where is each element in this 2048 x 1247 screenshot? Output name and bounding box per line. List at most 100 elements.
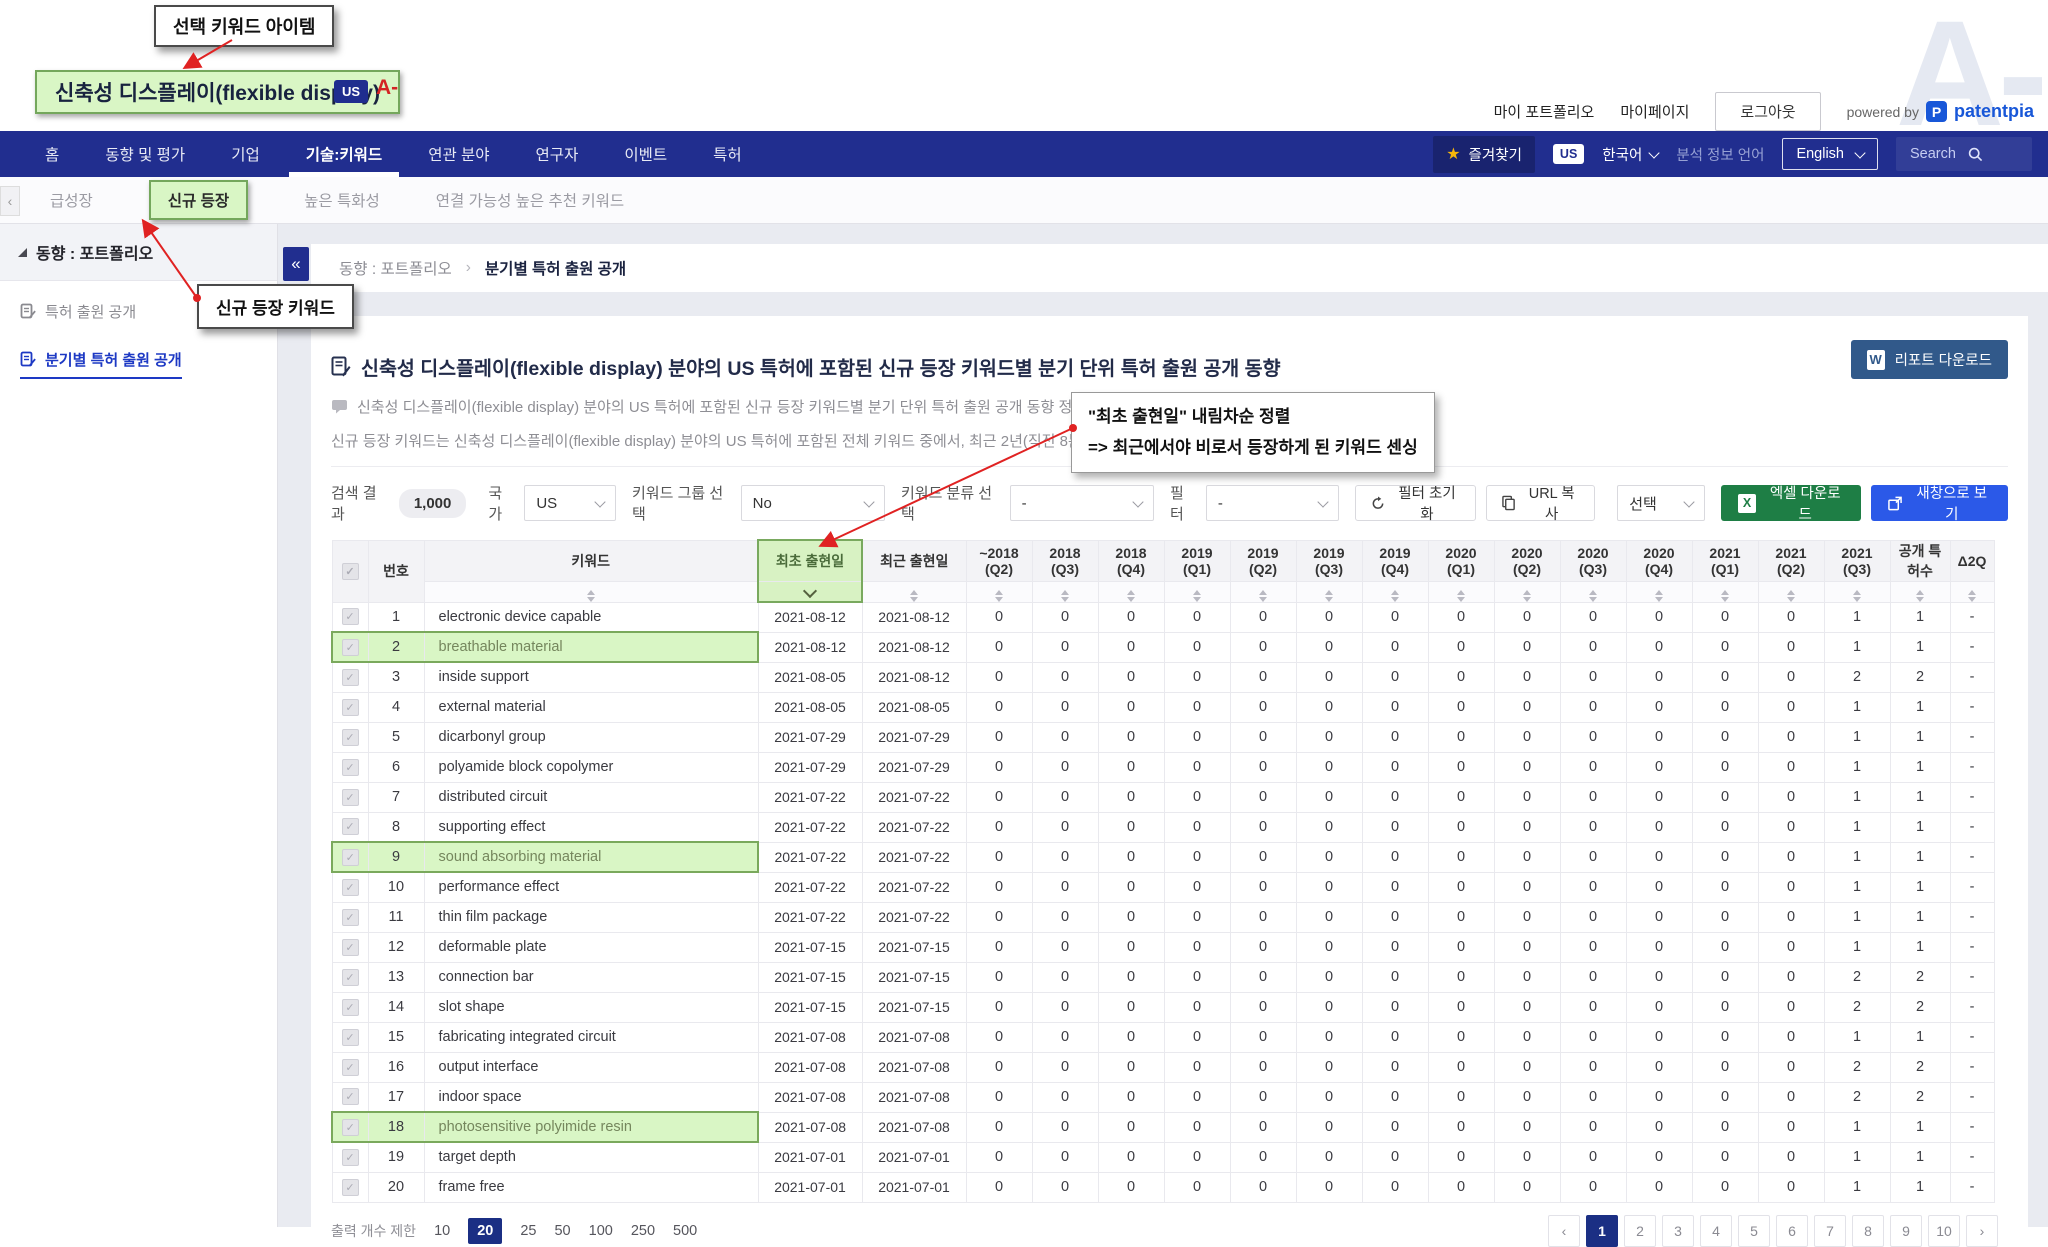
column-header-10[interactable]: 2019 (Q4)	[1362, 540, 1428, 581]
row-keyword[interactable]: output interface	[424, 1052, 758, 1082]
sidebar-collapse-button[interactable]: «	[283, 247, 309, 281]
my-page-link[interactable]: 마이페이지	[1620, 101, 1689, 122]
sorter-14[interactable]	[1626, 581, 1692, 602]
pagination-page-9[interactable]: 9	[1890, 1215, 1922, 1247]
sorter-13[interactable]	[1560, 581, 1626, 602]
row-checkbox[interactable]: ✓	[342, 1119, 359, 1136]
pagination-page-8[interactable]: 8	[1852, 1215, 1884, 1247]
row-checkbox[interactable]: ✓	[342, 1088, 359, 1105]
column-header-8[interactable]: 2019 (Q2)	[1230, 540, 1296, 581]
page-size-10[interactable]: 10	[434, 1223, 450, 1239]
sorter-4[interactable]	[966, 581, 1032, 602]
pagination-page-10[interactable]: 10	[1928, 1215, 1960, 1247]
page-size-25[interactable]: 25	[520, 1223, 536, 1239]
column-header-13[interactable]: 2020 (Q3)	[1560, 540, 1626, 581]
sidebar-section-header[interactable]: 동향 : 포트폴리오	[0, 224, 277, 281]
row-checkbox[interactable]: ✓	[342, 818, 359, 835]
row-keyword[interactable]: supporting effect	[424, 812, 758, 842]
sorter-2[interactable]	[758, 581, 862, 602]
row-checkbox[interactable]: ✓	[342, 1059, 359, 1076]
page-size-20[interactable]: 20	[468, 1218, 502, 1244]
column-header-15[interactable]: 2021 (Q1)	[1692, 540, 1758, 581]
sorter-8[interactable]	[1230, 581, 1296, 602]
page-size-250[interactable]: 250	[631, 1223, 655, 1239]
search-input[interactable]: Search	[1896, 137, 2032, 171]
sorter-3[interactable]	[862, 581, 966, 602]
row-keyword[interactable]: external material	[424, 692, 758, 722]
nav-item-4[interactable]: 연관 분야	[405, 131, 512, 177]
row-checkbox[interactable]: ✓	[342, 669, 359, 686]
column-header-0[interactable]: 번호	[368, 540, 424, 602]
logout-button[interactable]: 로그아웃	[1715, 92, 1820, 131]
favorites-button[interactable]: ★ 즐겨찾기	[1433, 136, 1535, 173]
pagination-page-2[interactable]: 2	[1624, 1215, 1656, 1247]
row-checkbox[interactable]: ✓	[342, 789, 359, 806]
sidebar-item-0[interactable]: 특허 출원 공개	[20, 301, 136, 329]
nav-item-7[interactable]: 특허	[690, 131, 765, 177]
sorter-1[interactable]	[424, 581, 758, 602]
ui-language-dropdown[interactable]: 한국어	[1602, 144, 1658, 165]
search-icon[interactable]	[1968, 147, 1983, 162]
row-keyword[interactable]: frame free	[424, 1172, 758, 1202]
nav-item-2[interactable]: 기업	[208, 131, 283, 177]
pagination-next[interactable]: ›	[1966, 1215, 1998, 1247]
sorter-7[interactable]	[1164, 581, 1230, 602]
analysis-language-dropdown[interactable]: English	[1782, 138, 1878, 170]
my-portfolio-link[interactable]: 마이 포트폴리오	[1494, 101, 1595, 122]
row-checkbox[interactable]: ✓	[342, 939, 359, 956]
nav-item-3[interactable]: 기술:키워드	[283, 131, 405, 177]
copy-url-button[interactable]: URL 복사	[1486, 485, 1595, 521]
column-header-14[interactable]: 2020 (Q4)	[1626, 540, 1692, 581]
nav-item-6[interactable]: 이벤트	[601, 131, 690, 177]
row-keyword[interactable]: dicarbonyl group	[424, 722, 758, 752]
column-header-6[interactable]: 2018 (Q4)	[1098, 540, 1164, 581]
sorter-18[interactable]	[1890, 581, 1950, 602]
sorter-19[interactable]	[1950, 581, 1994, 602]
row-checkbox[interactable]: ✓	[342, 639, 359, 656]
row-keyword[interactable]: breathable material	[424, 632, 758, 662]
page-size-500[interactable]: 500	[673, 1223, 697, 1239]
column-header-18[interactable]: 공개 특허수	[1890, 540, 1950, 581]
row-keyword[interactable]: polyamide block copolymer	[424, 752, 758, 782]
page-size-100[interactable]: 100	[589, 1223, 613, 1239]
row-checkbox[interactable]: ✓	[342, 999, 359, 1016]
filter-reset-button[interactable]: 필터 초기화	[1355, 485, 1476, 521]
nav-item-0[interactable]: 홈	[22, 131, 82, 177]
pagination-page-4[interactable]: 4	[1700, 1215, 1732, 1247]
sorter-5[interactable]	[1032, 581, 1098, 602]
column-header-12[interactable]: 2020 (Q2)	[1494, 540, 1560, 581]
sorter-6[interactable]	[1098, 581, 1164, 602]
row-keyword[interactable]: deformable plate	[424, 932, 758, 962]
row-keyword[interactable]: thin film package	[424, 902, 758, 932]
column-header-4[interactable]: ~2018 (Q2)	[966, 540, 1032, 581]
sorter-16[interactable]	[1758, 581, 1824, 602]
row-checkbox[interactable]: ✓	[342, 759, 359, 776]
column-header-11[interactable]: 2020 (Q1)	[1428, 540, 1494, 581]
row-checkbox[interactable]: ✓	[342, 879, 359, 896]
excel-download-button[interactable]: X 엑셀 다운로드	[1721, 485, 1861, 521]
breadcrumb-parent[interactable]: 동향 : 포트폴리오	[339, 257, 452, 279]
pagination-page-1[interactable]: 1	[1586, 1215, 1618, 1247]
row-keyword[interactable]: performance effect	[424, 872, 758, 902]
page-size-50[interactable]: 50	[554, 1223, 570, 1239]
row-checkbox[interactable]: ✓	[342, 909, 359, 926]
filter-select[interactable]: -	[1206, 485, 1339, 521]
row-checkbox[interactable]: ✓	[342, 1029, 359, 1046]
row-checkbox[interactable]: ✓	[342, 1179, 359, 1196]
pagination-prev[interactable]: ‹	[1548, 1215, 1580, 1247]
subnav-item-1[interactable]: 신규 등장	[149, 180, 248, 220]
row-keyword[interactable]: electronic device capable	[424, 602, 758, 632]
pagination-page-3[interactable]: 3	[1662, 1215, 1694, 1247]
subnav-item-2[interactable]: 높은 특화성	[304, 189, 380, 211]
row-checkbox[interactable]: ✓	[342, 699, 359, 716]
column-header-19[interactable]: Δ2Q	[1950, 540, 1994, 581]
pagination-page-7[interactable]: 7	[1814, 1215, 1846, 1247]
row-keyword[interactable]: indoor space	[424, 1082, 758, 1112]
row-keyword[interactable]: sound absorbing material	[424, 842, 758, 872]
country-select[interactable]: US	[524, 485, 616, 521]
row-keyword[interactable]: fabricating integrated circuit	[424, 1022, 758, 1052]
keyword-class-select[interactable]: -	[1010, 485, 1154, 521]
column-header-3[interactable]: 최근 출현일	[862, 540, 966, 581]
sorter-15[interactable]	[1692, 581, 1758, 602]
column-header-9[interactable]: 2019 (Q3)	[1296, 540, 1362, 581]
